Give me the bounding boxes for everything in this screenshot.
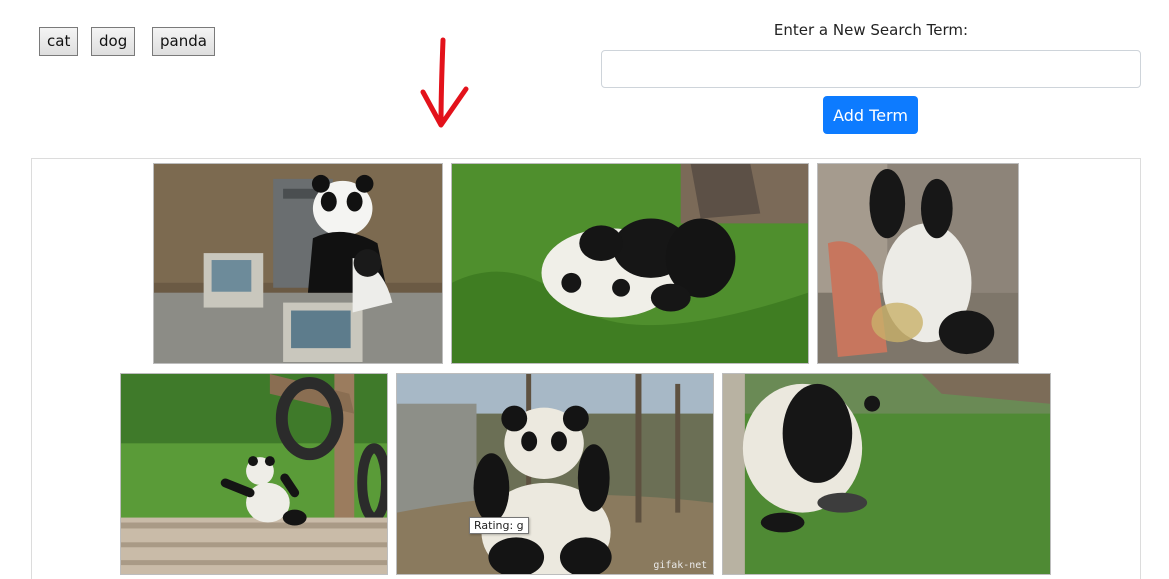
panda-office-image [154,164,442,363]
search-term-label: Enter a New Search Term: [773,21,969,39]
panda-face-down-image [723,374,1050,574]
rating-tooltip: Rating: g [469,517,529,534]
gif-thumbnail-5[interactable]: gifak-net [396,373,714,575]
gif-thumbnail-2[interactable] [451,163,809,364]
panda-chair-image [818,164,1018,363]
panda-tire-image [121,374,387,574]
gif-thumbnail-6[interactable] [722,373,1051,575]
add-term-button[interactable]: Add Term [823,96,918,134]
red-arrow-annotation-icon [420,37,469,128]
term-button-cat[interactable]: cat [39,27,79,56]
gif-thumbnail-4[interactable] [120,373,388,575]
term-button-dog[interactable]: dog [91,27,136,56]
page-root: cat dog panda Enter a New Search Term: A… [0,0,1169,579]
gif-thumbnail-1[interactable] [153,163,443,364]
gif-watermark: gifak-net [653,560,707,571]
panda-grass-image [452,164,808,363]
search-term-input[interactable] [601,50,1141,88]
gif-thumbnail-3[interactable] [817,163,1019,364]
panda-sitting-image: gifak-net [397,374,713,574]
term-button-panda[interactable]: panda [152,27,215,56]
